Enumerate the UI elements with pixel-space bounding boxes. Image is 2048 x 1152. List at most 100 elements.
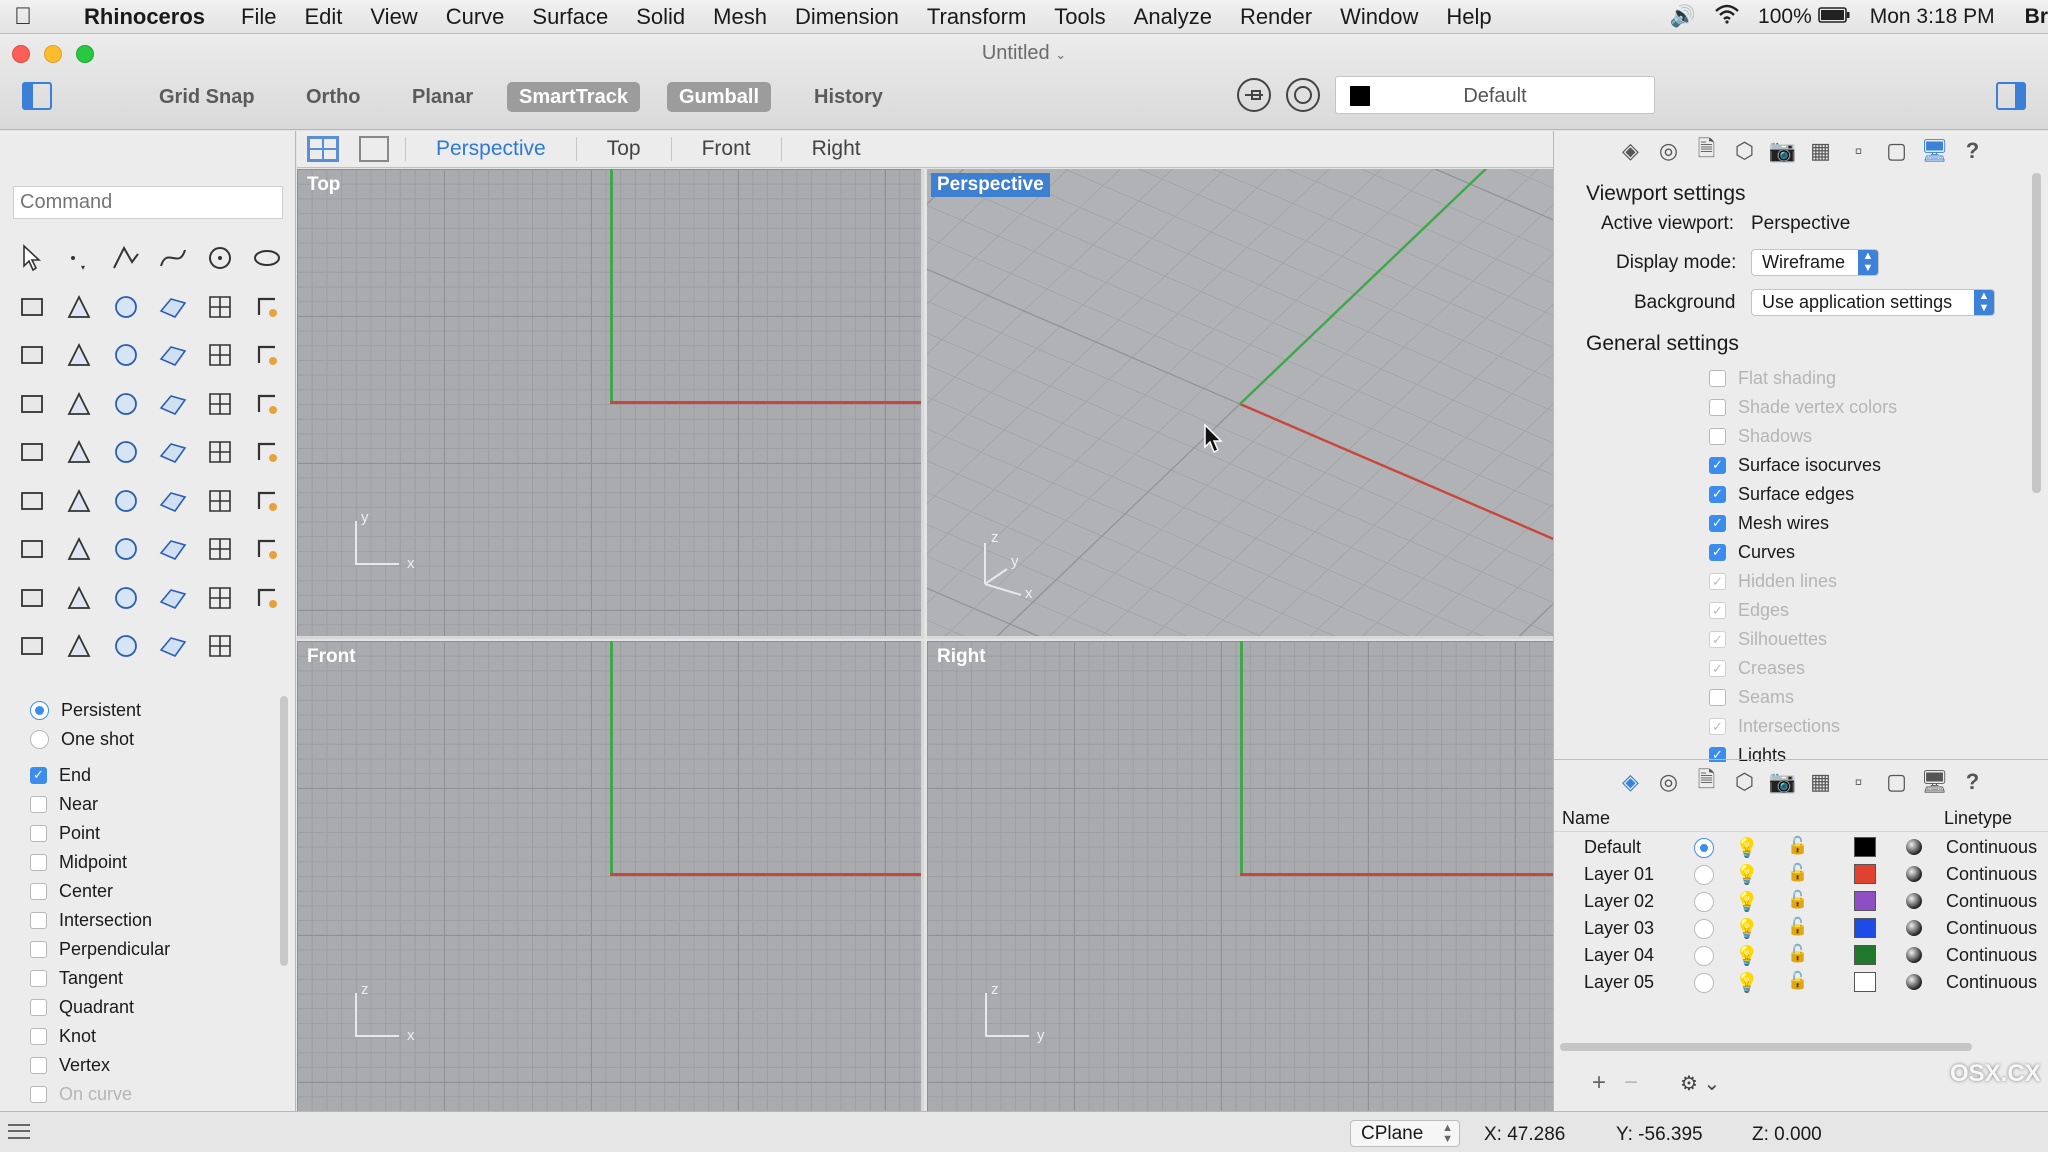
mesh-sphere-tool-icon[interactable]: [55, 622, 102, 671]
lock-icon[interactable]: 🔓: [1787, 944, 1808, 964]
background-select[interactable]: Use application settings ▲ ▼: [1751, 289, 1995, 316]
osnap-intersection-checkbox[interactable]: Intersection: [30, 906, 280, 935]
help-icon[interactable]: ?: [1960, 138, 1986, 164]
curve-from-points-tool-icon[interactable]: [8, 283, 55, 332]
add-layer-button[interactable]: +: [1592, 1069, 1606, 1097]
current-layer-radio[interactable]: [1694, 919, 1714, 939]
grid-snap-toggle[interactable]: Grid Snap: [147, 82, 267, 112]
display-icon[interactable]: ▦: [1808, 138, 1834, 164]
battery-icon[interactable]: [1817, 5, 1850, 29]
tab-right[interactable]: Right: [780, 137, 891, 161]
lock-icon[interactable]: 🔓: [1787, 863, 1808, 883]
properties-icon[interactable]: ◎: [1656, 769, 1682, 795]
wifi-icon[interactable]: [1714, 4, 1740, 30]
current-layer-radio[interactable]: [1694, 946, 1714, 966]
viewport-label[interactable]: Front: [301, 645, 362, 669]
osnap-near-checkbox[interactable]: Near: [30, 790, 280, 819]
viewport-settings-icon[interactable]: 🖥: [1921, 138, 1949, 164]
viewport-front[interactable]: Front z x: [297, 641, 924, 1111]
shaded-sphere-tool-icon[interactable]: [102, 622, 149, 671]
rectangle-tool-icon[interactable]: [55, 283, 102, 332]
layer-name[interactable]: Layer 02: [1584, 891, 1654, 912]
smarttrack-toggle[interactable]: SmartTrack: [507, 82, 640, 112]
menu-help[interactable]: Help: [1432, 4, 1505, 30]
osnap-quadrant-checkbox[interactable]: Quadrant: [30, 993, 280, 1022]
material-icon[interactable]: [1906, 866, 1922, 882]
layer-name[interactable]: Layer 03: [1584, 918, 1654, 939]
gumball-toggle[interactable]: Gumball: [667, 82, 772, 112]
app-menu[interactable]: Rhinoceros: [84, 4, 205, 30]
tab-front[interactable]: Front: [670, 137, 781, 161]
linetype-value[interactable]: Continuous: [1946, 945, 2037, 966]
measure-tool-icon[interactable]: [243, 477, 290, 526]
linetype-value[interactable]: Continuous: [1946, 918, 2037, 939]
layer-color-swatch[interactable]: [1854, 891, 1876, 911]
lightbulb-icon[interactable]: 💡: [1735, 863, 1759, 887]
surface-from-curves-tool-icon[interactable]: [196, 283, 243, 332]
four-view-layout-icon[interactable]: [307, 136, 339, 162]
menu-view[interactable]: View: [356, 4, 431, 30]
current-layer-radio[interactable]: [1694, 865, 1714, 885]
explode-extrude-tool-icon[interactable]: [196, 331, 243, 380]
tab-perspective[interactable]: Perspective: [405, 137, 576, 161]
persistent-radio[interactable]: Persistent: [30, 696, 280, 725]
setting-hidden-lines-checkbox[interactable]: ✓ Hidden lines: [1709, 567, 2009, 596]
blend-tool-icon[interactable]: [243, 331, 290, 380]
menu-render[interactable]: Render: [1226, 4, 1326, 30]
layer-color-swatch[interactable]: [1854, 837, 1876, 857]
object-icon[interactable]: ⬡: [1732, 138, 1758, 164]
layer-row[interactable]: Layer 01 💡 🔓 Continuous: [1554, 861, 2048, 888]
menu-edit[interactable]: Edit: [290, 4, 356, 30]
layer-name[interactable]: Layer 01: [1584, 864, 1654, 885]
lightbulb-icon[interactable]: 💡: [1735, 890, 1759, 914]
lock-icon[interactable]: 🔓: [1787, 971, 1808, 991]
layer-color-swatch[interactable]: [1854, 864, 1876, 884]
zoom-selected-tool-icon[interactable]: [149, 525, 196, 574]
setting-intersections-checkbox[interactable]: ✓ Intersections: [1709, 712, 2009, 741]
layer-row[interactable]: Default 💡 🔓 Continuous: [1554, 834, 2048, 861]
linetype-value[interactable]: Continuous: [1946, 972, 2037, 993]
solid-edit-tool-icon[interactable]: [102, 380, 149, 429]
setting-shade-vertex-colors-checkbox[interactable]: Shade vertex colors: [1709, 393, 2009, 422]
material-icon[interactable]: [1906, 920, 1922, 936]
planar-toggle[interactable]: Planar: [400, 82, 485, 112]
linetype-value[interactable]: Continuous: [1946, 837, 2037, 858]
osnap-on-curve-checkbox[interactable]: On curve: [30, 1080, 280, 1109]
menu-transform[interactable]: Transform: [913, 4, 1040, 30]
menu-tools[interactable]: Tools: [1040, 4, 1119, 30]
extrude-tool-icon[interactable]: [8, 380, 55, 429]
layer-color-swatch[interactable]: [1854, 945, 1876, 965]
setting-mesh-wires-checkbox[interactable]: Mesh wires: [1709, 509, 2009, 538]
setting-surface-edges-checkbox[interactable]: Surface edges: [1709, 480, 2009, 509]
one-shot-radio[interactable]: One shot: [30, 725, 280, 754]
menu-file[interactable]: File: [227, 4, 290, 30]
setting-seams-checkbox[interactable]: Seams: [1709, 683, 2009, 712]
menu-analyze[interactable]: Analyze: [1120, 4, 1226, 30]
orient-tool-icon[interactable]: [149, 428, 196, 477]
tab-top[interactable]: Top: [575, 137, 671, 161]
volume-icon[interactable]: 🔊: [1670, 5, 1696, 29]
right-sidebar-toggle-icon[interactable]: [1996, 82, 2026, 110]
menu-mesh[interactable]: Mesh: [699, 4, 781, 30]
current-layer-radio[interactable]: [1694, 838, 1714, 858]
layers-icon[interactable]: ◈: [1618, 769, 1644, 795]
lightbulb-icon[interactable]: 💡: [1735, 917, 1759, 941]
lock-icon[interactable]: 🔓: [1787, 917, 1808, 937]
layout-icon[interactable]: ▢: [1884, 138, 1910, 164]
fillet-curve-tool-icon[interactable]: [149, 283, 196, 332]
named-views-icon[interactable]: 📷: [1769, 769, 1796, 795]
osnap-center-checkbox[interactable]: Center: [30, 877, 280, 906]
viewport-label[interactable]: Right: [931, 645, 992, 669]
surface-edit-tool-icon[interactable]: [102, 477, 149, 526]
document-icon[interactable]: 🗎: [1694, 767, 1720, 795]
viewport-label[interactable]: Top: [301, 173, 346, 197]
ellipse-tool-icon[interactable]: [243, 234, 290, 283]
point-tool-icon[interactable]: ▾: [55, 234, 102, 283]
name-column-header[interactable]: Name: [1562, 808, 1610, 829]
gumball-align-tool-icon[interactable]: [196, 622, 243, 671]
box-tool-icon[interactable]: [8, 331, 55, 380]
polyline-tool-icon[interactable]: [102, 234, 149, 283]
menu-window[interactable]: Window: [1326, 4, 1432, 30]
named-views-icon[interactable]: 📷: [1769, 138, 1796, 164]
layer-color-swatch[interactable]: [1854, 918, 1876, 938]
